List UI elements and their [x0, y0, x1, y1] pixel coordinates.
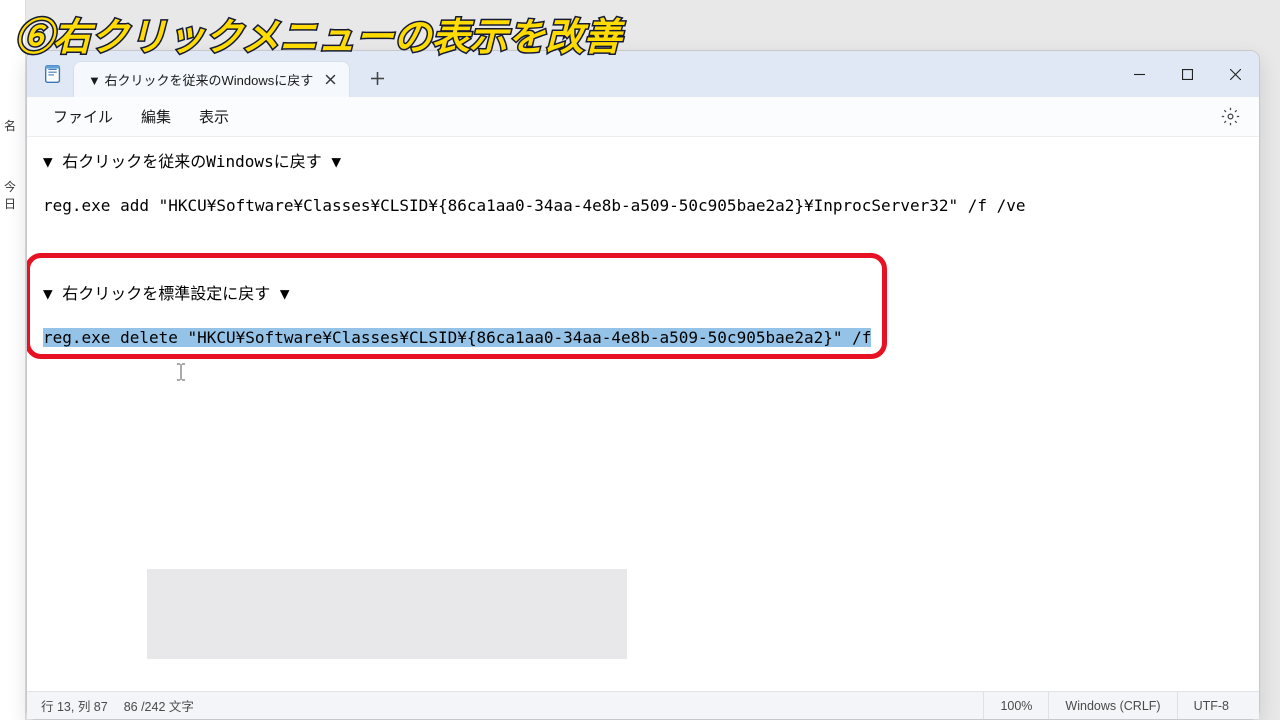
blank-line	[43, 173, 1243, 195]
document-tab[interactable]: ▼ 右クリックを従来のWindowsに戻す	[73, 61, 350, 97]
status-encoding[interactable]: UTF-8	[1177, 692, 1245, 719]
status-zoom[interactable]: 100%	[983, 692, 1048, 719]
status-char-count: 86 /242 文字	[124, 696, 210, 715]
statusbar: 行 13, 列 87 86 /242 文字 100% Windows (CRLF…	[27, 691, 1259, 719]
blank-line	[43, 305, 1243, 327]
settings-button[interactable]	[1215, 102, 1245, 132]
column-header-name: 名	[4, 110, 25, 140]
minimize-button[interactable]	[1115, 52, 1163, 96]
window-controls	[1115, 51, 1259, 97]
maximize-button[interactable]	[1163, 52, 1211, 96]
text-editor-area[interactable]: ▼ 右クリックを従来のWindowsに戻す ▼ reg.exe add "HKC…	[27, 137, 1259, 691]
status-line-ending[interactable]: Windows (CRLF)	[1048, 692, 1176, 719]
text-line: ▼ 右クリックを標準設定に戻す ▼	[43, 283, 1243, 305]
overlay-gray-panel	[147, 569, 627, 659]
menu-edit[interactable]: 編集	[127, 100, 185, 133]
menu-view[interactable]: 表示	[185, 100, 243, 133]
text-line-selected: reg.exe delete "HKCU¥Software¥Classes¥CL…	[43, 327, 1243, 349]
tab-title: ▼ 右クリックを従来のWindowsに戻す	[88, 70, 313, 89]
blank-line	[43, 261, 1243, 283]
blank-line	[43, 217, 1243, 239]
group-today: 今日	[4, 180, 25, 210]
menu-file[interactable]: ファイル	[39, 100, 127, 133]
notepad-app-icon	[41, 62, 65, 86]
blank-line	[43, 239, 1243, 261]
text-cursor-icon	[177, 363, 178, 381]
status-cursor-position: 行 13, 列 87	[41, 696, 124, 715]
text-line: reg.exe add "HKCU¥Software¥Classes¥CLSID…	[43, 195, 1243, 217]
video-overlay-title: ⑥右クリックメニューの表示を改善	[15, 6, 621, 61]
text-line: ▼ 右クリックを従来のWindowsに戻す ▼	[43, 151, 1243, 173]
menubar: ファイル 編集 表示	[27, 97, 1259, 137]
new-tab-button[interactable]	[362, 63, 392, 93]
notepad-window: ▼ 右クリックを従来のWindowsに戻す ファイル 編集 表示	[26, 50, 1260, 720]
tab-close-button[interactable]	[321, 71, 339, 89]
close-window-button[interactable]	[1211, 52, 1259, 96]
explorer-sidebar-partial: 名 今日	[0, 0, 26, 720]
